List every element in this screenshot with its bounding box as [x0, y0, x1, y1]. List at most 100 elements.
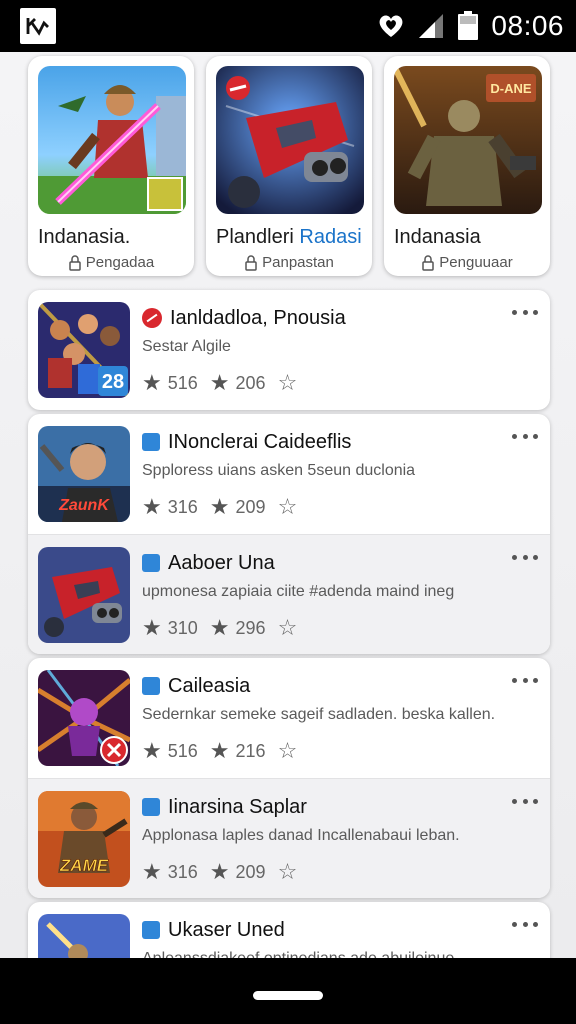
star-filled-icon: ★	[209, 859, 230, 884]
battery-icon	[458, 11, 479, 40]
navigation-bar	[0, 958, 576, 1024]
app-notification-icon[interactable]	[20, 8, 56, 44]
item-description: Applonasa laples danad Incallenabaui leb…	[142, 827, 460, 844]
item-rating: ★ 310 ★ 296 ☆	[142, 615, 297, 641]
more-options-icon[interactable]	[512, 672, 538, 688]
featured-subtitle-text: Penguuaar	[439, 254, 513, 271]
rating-count: 316	[167, 861, 198, 882]
more-options-icon[interactable]	[512, 549, 538, 565]
red-badge-icon	[142, 308, 162, 328]
item-title-row: INonclerai Caideeflis	[142, 430, 351, 454]
list-item[interactable]: ZAME Iinarsina Saplar Applonasa laples d…	[28, 778, 550, 898]
star-filled-icon: ★	[142, 494, 162, 519]
rating-count: 516	[167, 372, 198, 393]
thumb-logo-text: ZAME	[59, 856, 109, 875]
star-filled-icon: ★	[142, 738, 162, 763]
item-description: upmonesa zapiaia ciite #adenda maind ine…	[142, 583, 455, 600]
status-icons: 08:06	[377, 10, 564, 42]
featured-card-3[interactable]: D-ANE Indanasia Penguuaar	[384, 56, 550, 276]
featured-subtitle: Pengadaa	[28, 254, 194, 271]
star-outline-icon[interactable]: ☆	[278, 496, 298, 518]
man-portrait-art: ZaunK	[38, 426, 130, 522]
list-item[interactable]: 28 Ianldadloa, Pnousia Sestar Algile ★ 5…	[28, 290, 550, 410]
home-indicator[interactable]	[253, 991, 323, 1000]
item-title-row: Caileasia	[142, 674, 250, 698]
armored-warrior-art: D-ANE	[394, 66, 542, 214]
hero-group-art: 28	[38, 302, 130, 398]
item-description: Sestar Algile	[142, 338, 231, 355]
list-item[interactable]: Caileasia Sedernkar semeke sageif sadlad…	[28, 658, 550, 778]
item-rating: ★ 516 ★ 206 ☆	[142, 370, 297, 396]
blue-badge-icon	[142, 798, 160, 816]
list-item[interactable]: ZaunK INonclerai Caideeflis Spplоress ui…	[28, 414, 550, 534]
list-group: Caileasia Sedernkar semeke sageif sadlad…	[28, 658, 550, 898]
star-filled-icon: ★	[142, 370, 162, 395]
rating-count: 209	[235, 861, 266, 882]
rating-count: 316	[167, 496, 198, 517]
featured-title-text: Indanasia.	[38, 226, 131, 248]
rating-count: 216	[235, 740, 266, 761]
item-title-row: Aaboer Una	[142, 551, 275, 575]
soldier-sword-art	[38, 66, 186, 214]
featured-title-accent: Radasi	[299, 226, 362, 248]
item-title: Iinarsina Saplar	[168, 795, 307, 818]
more-options-icon[interactable]	[512, 304, 538, 320]
lock-icon	[422, 254, 435, 271]
item-title-row: Ukaser Uned	[142, 918, 285, 942]
item-rating: ★ 316 ★ 209 ☆	[142, 494, 297, 520]
item-title: INonclerai Caideeflis	[168, 430, 352, 453]
heart-icon	[379, 15, 403, 37]
list-group: 28 Ianldadloa, Pnousia Sestar Algile ★ 5…	[28, 290, 550, 410]
item-description: Sedernkar semeke sageif sadladen. beska …	[142, 706, 496, 723]
rating-count: 296	[235, 617, 266, 638]
star-outline-icon[interactable]: ☆	[278, 861, 298, 883]
more-options-icon[interactable]	[512, 793, 538, 809]
thumb-logo-text: D-ANE	[490, 81, 531, 96]
item-description: Spplоress uians asken 5seun duclonia	[142, 462, 416, 479]
star-filled-icon: ★	[209, 615, 230, 640]
star-outline-icon[interactable]: ☆	[278, 740, 298, 762]
thumb-badge-text: 28	[102, 371, 124, 393]
rating-count: 310	[167, 617, 198, 638]
more-options-icon[interactable]	[512, 428, 538, 444]
star-outline-icon[interactable]: ☆	[278, 372, 298, 394]
red-spaceship-art	[38, 547, 130, 643]
featured-title: Indanasia.	[38, 226, 194, 249]
featured-card-2[interactable]: Plandleri Radasi Panpastan	[206, 56, 372, 276]
featured-subtitle-text: Pengadaa	[85, 254, 155, 271]
star-outline-icon[interactable]: ☆	[278, 617, 298, 639]
purple-burst-art	[38, 670, 130, 766]
featured-row: Indanasia. Pengadaa Plandleri Radasi Pan…	[28, 56, 550, 276]
more-options-icon[interactable]	[512, 916, 538, 932]
star-filled-icon: ★	[209, 494, 230, 519]
red-spaceship-art	[216, 66, 364, 214]
featured-title: Plandleri Radasi	[216, 226, 372, 249]
list-item[interactable]: Ukaser Uned Apleanssdiakeef optinedians …	[28, 902, 550, 958]
list-item[interactable]: Aaboer Una upmonesa zapiaia ciite #adend…	[28, 534, 550, 654]
featured-subtitle: Penguuaar	[384, 254, 550, 271]
item-title-row: Iinarsina Saplar	[142, 795, 307, 819]
item-rating: ★ 516 ★ 216 ☆	[142, 738, 297, 764]
status-bar: 08:06	[0, 0, 576, 52]
featured-card-1[interactable]: Indanasia. Pengadaa	[28, 56, 194, 276]
item-description: Apleanssdiakeef optinedians ade abuilein…	[142, 950, 542, 958]
battle-scene-art	[38, 914, 130, 958]
rating-count: 516	[167, 740, 198, 761]
status-time: 08:06	[491, 10, 564, 41]
featured-subtitle-text: Panpastan	[262, 254, 334, 271]
soldier-fire-art: ZAME	[38, 791, 130, 887]
lock-icon	[69, 254, 81, 271]
thumb-logo-text: ZaunK	[58, 497, 110, 514]
signal-icon	[419, 14, 444, 38]
star-filled-icon: ★	[142, 859, 162, 884]
star-filled-icon: ★	[142, 615, 162, 640]
item-title: Ukaser Uned	[168, 918, 285, 941]
blue-badge-icon	[142, 921, 160, 939]
star-filled-icon: ★	[209, 738, 230, 763]
featured-title: Indanasia	[394, 226, 550, 249]
featured-subtitle: Panpastan	[206, 254, 372, 271]
app-content[interactable]: Indanasia. Pengadaa Plandleri Radasi Pan…	[0, 52, 576, 958]
item-rating: ★ 316 ★ 209 ☆	[142, 859, 297, 885]
lock-icon	[245, 254, 257, 271]
blue-badge-icon	[142, 677, 160, 695]
